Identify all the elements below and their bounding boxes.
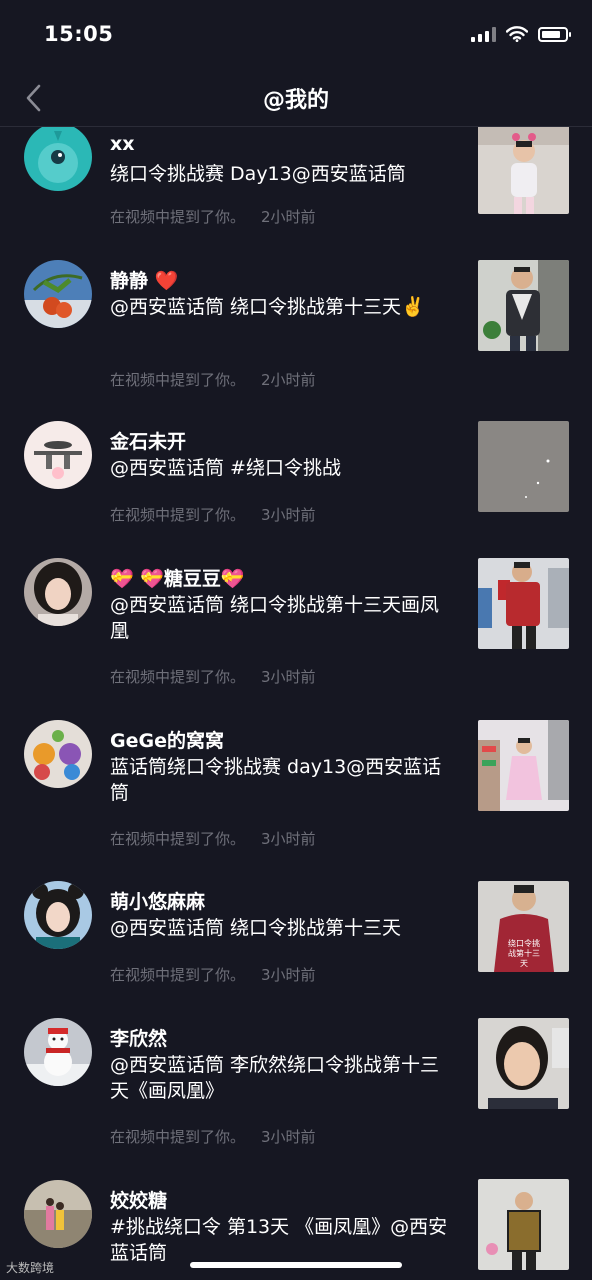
avatar[interactable] <box>24 1180 92 1248</box>
mention-message: #挑战绕口令 第13天 《画凤凰》@西安蓝话筒 <box>110 1216 448 1264</box>
mention-meta: 在视频中提到了你。 3小时前 <box>110 1126 316 1147</box>
list-item[interactable]: xx 绕口令挑战赛 Day13@西安蓝话筒 在视频中提到了你。 2小时前 <box>0 127 592 258</box>
mention-text: 在视频中提到了你。 <box>110 1128 246 1146</box>
list-item[interactable]: 💝 💝糖豆豆💝 @西安蓝话筒 绕口令挑战第十三天画凤凰 在视频中提到了你。 3小时… <box>0 556 592 718</box>
avatar[interactable] <box>24 1018 92 1086</box>
list-item[interactable]: 金石未开 @西安蓝话筒 #绕口令挑战 在视频中提到了你。 3小时前 <box>0 419 592 556</box>
video-thumbnail[interactable] <box>478 260 569 351</box>
avatar[interactable] <box>24 558 92 626</box>
page-title: @我的 <box>262 88 329 113</box>
signal-icon <box>471 26 496 42</box>
mention-time: 2小时前 <box>261 208 316 226</box>
watermark: 大数跨境 <box>6 1261 55 1275</box>
mention-text: 在视频中提到了你。 <box>110 371 246 389</box>
video-thumbnail[interactable] <box>478 1179 569 1270</box>
mention-message: @西安蓝话筒 绕口令挑战第十三天 <box>110 917 402 939</box>
avatar[interactable] <box>24 421 92 489</box>
video-thumbnail[interactable] <box>478 1018 569 1109</box>
avatar[interactable] <box>24 720 92 788</box>
mention-message: @西安蓝话筒 绕口令挑战第十三天✌️ <box>110 296 425 318</box>
mention-time: 3小时前 <box>261 830 316 848</box>
avatar[interactable] <box>24 881 92 949</box>
battery-icon <box>538 26 571 42</box>
video-thumbnail[interactable] <box>478 720 569 811</box>
mention-text: 在视频中提到了你。 <box>110 668 246 686</box>
avatar[interactable] <box>24 127 92 191</box>
user-name[interactable]: 李欣然 <box>110 1024 167 1051</box>
mention-meta: 在视频中提到了你。 2小时前 <box>110 206 316 227</box>
mention-text: 在视频中提到了你。 <box>110 830 246 848</box>
video-thumbnail[interactable] <box>478 127 569 214</box>
home-indicator[interactable] <box>190 1262 402 1268</box>
mention-text: 在视频中提到了你。 <box>110 966 246 984</box>
mention-message: @西安蓝话筒 李欣然绕口令挑战第十三天《画凤凰》 <box>110 1054 440 1102</box>
video-thumbnail[interactable] <box>478 558 569 649</box>
list-item[interactable]: 李欣然 @西安蓝话筒 李欣然绕口令挑战第十三天《画凤凰》 在视频中提到了你。 3小… <box>0 1016 592 1178</box>
user-name[interactable]: 萌小悠麻麻 <box>110 887 205 914</box>
list-item[interactable]: 静静 ❤️ @西安蓝话筒 绕口令挑战第十三天✌️ 在视频中提到了你。 2小时前 <box>0 258 592 419</box>
mention-time: 3小时前 <box>261 506 316 524</box>
mention-message: @西安蓝话筒 #绕口令挑战 <box>110 457 341 479</box>
mention-meta: 在视频中提到了你。 2小时前 <box>110 369 316 390</box>
user-name[interactable]: 静静 ❤️ <box>110 266 178 293</box>
list-item[interactable]: 萌小悠麻麻 @西安蓝话筒 绕口令挑战第十三天 在视频中提到了你。 3小时前 绕口令… <box>0 879 592 1016</box>
mention-meta: 在视频中提到了你。 3小时前 <box>110 666 316 687</box>
mention-meta: 在视频中提到了你。 3小时前 <box>110 828 316 849</box>
thumb-caption: 绕口令挑战第十三天 <box>508 939 540 968</box>
mention-message: 绕口令挑战赛 Day13@西安蓝话筒 <box>110 163 406 185</box>
user-name[interactable]: 姣姣糖 <box>110 1186 167 1213</box>
list-item[interactable]: GeGe的窝窝 蓝话筒绕口令挑战赛 day13@西安蓝话筒 在视频中提到了你。 3… <box>0 718 592 879</box>
user-name[interactable]: GeGe的窝窝 <box>110 726 224 753</box>
user-name[interactable]: 金石未开 <box>110 427 186 454</box>
wifi-icon <box>506 26 528 42</box>
nav-bar: @我的 <box>0 70 592 127</box>
mention-text: 在视频中提到了你。 <box>110 506 246 524</box>
status-icons <box>471 26 571 42</box>
mention-time: 3小时前 <box>261 1128 316 1146</box>
mention-time: 2小时前 <box>261 371 316 389</box>
avatar[interactable] <box>24 260 92 328</box>
mention-meta: 在视频中提到了你。 3小时前 <box>110 964 316 985</box>
mention-time: 3小时前 <box>261 668 316 686</box>
user-name[interactable]: xx <box>110 133 135 155</box>
status-time: 15:05 <box>44 22 114 46</box>
mention-list[interactable]: xx 绕口令挑战赛 Day13@西安蓝话筒 在视频中提到了你。 2小时前 静静 ❤… <box>0 127 592 1280</box>
mention-meta: 在视频中提到了你。 3小时前 <box>110 504 316 525</box>
mention-text: 在视频中提到了你。 <box>110 208 246 226</box>
video-thumbnail[interactable]: 绕口令挑战第十三天 <box>478 881 569 972</box>
status-bar: 15:05 <box>0 0 592 70</box>
user-name[interactable]: 💝 💝糖豆豆💝 <box>110 564 245 591</box>
mention-time: 3小时前 <box>261 966 316 984</box>
mention-message: 蓝话筒绕口令挑战赛 day13@西安蓝话筒 <box>110 756 442 804</box>
video-thumbnail[interactable] <box>478 421 569 512</box>
mention-message: @西安蓝话筒 绕口令挑战第十三天画凤凰 <box>110 594 440 642</box>
